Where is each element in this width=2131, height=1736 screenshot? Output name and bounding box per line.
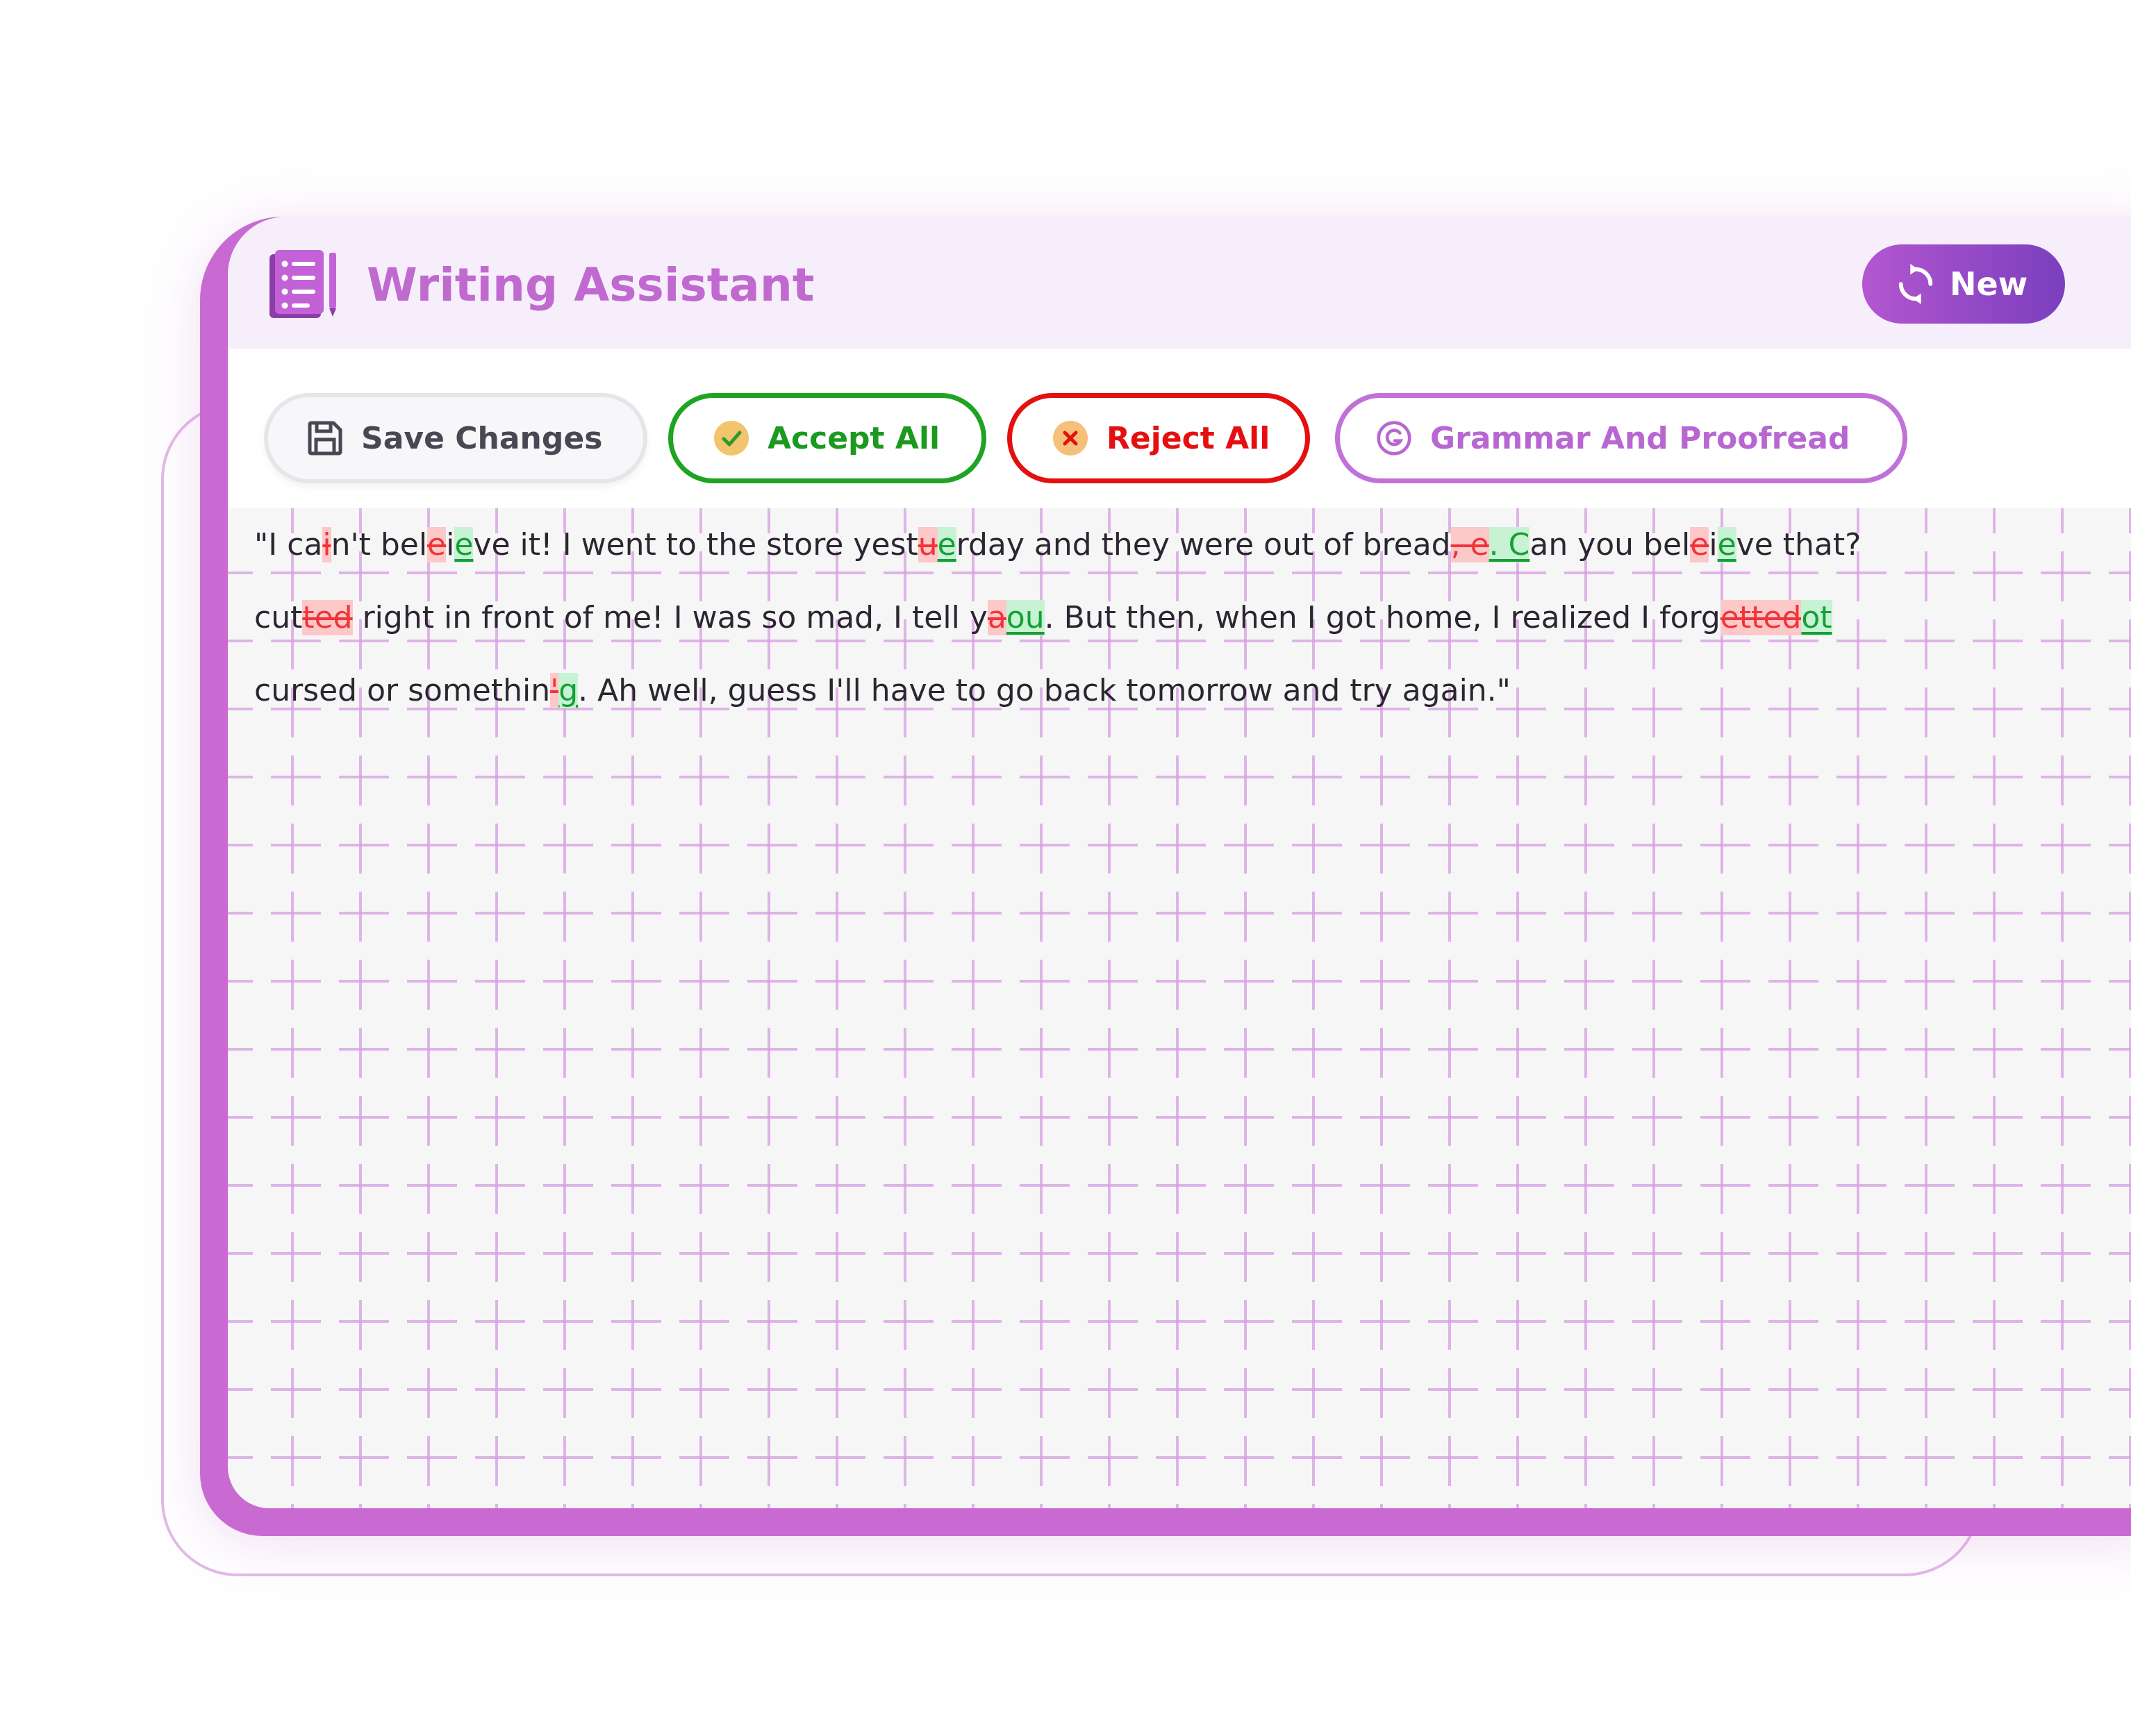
suggested-insertion[interactable]: ou (1006, 600, 1045, 635)
suggested-deletion[interactable]: ' (550, 673, 559, 708)
text-segment: n't bel (331, 527, 428, 562)
text-segment: right in front of me! I was so mad, I te… (352, 600, 988, 635)
text-segment: "I ca (254, 527, 323, 562)
text-segment: i (1709, 527, 1718, 562)
suggested-insertion[interactable]: e (454, 527, 474, 562)
editor-text[interactable]: "I cain't beleieve it! I went to the sto… (254, 508, 2131, 727)
text-segment: cut (254, 600, 303, 635)
document-editor[interactable]: "I cain't beleieve it! I went to the sto… (228, 508, 2131, 1508)
text-segment: . Ah well, guess I'll have to go back to… (578, 673, 1511, 708)
suggested-deletion[interactable]: i (322, 527, 331, 562)
reject-all-button[interactable]: Reject All (1007, 393, 1310, 483)
suggested-insertion[interactable]: e (1717, 527, 1736, 562)
text-segment: . But then, when I got home, I realized … (1044, 600, 1720, 635)
refresh-icon (1898, 264, 1933, 304)
x-circle-icon (1053, 421, 1088, 456)
suggested-insertion[interactable]: . C (1489, 527, 1530, 562)
grammar-and-proofread-label: Grammar And Proofread (1430, 420, 1850, 456)
text-segment: an you bel (1529, 527, 1691, 562)
notebook-icon (270, 250, 336, 318)
editor-line: "I cain't beleieve it! I went to the sto… (254, 508, 2131, 581)
save-changes-button[interactable]: Save Changes (264, 393, 647, 483)
grammar-g-icon (1377, 421, 1411, 456)
suggested-deletion[interactable]: e (1690, 527, 1709, 562)
suggested-deletion[interactable]: u (918, 527, 938, 562)
editor-line: cursed or somethin'g. Ah well, guess I'l… (254, 654, 2131, 727)
suggested-deletion[interactable]: e (427, 527, 447, 562)
suggested-deletion[interactable]: etted (1720, 600, 1802, 635)
text-segment: ve it! I went to the store yest (473, 527, 918, 562)
suggested-insertion[interactable]: e (937, 527, 956, 562)
text-segment: ve that? (1736, 527, 1861, 562)
new-button-label: New (1950, 265, 2028, 303)
accept-all-button[interactable]: Accept All (668, 393, 986, 483)
text-segment: cursed or somethin (254, 673, 551, 708)
suggested-deletion[interactable]: ted (302, 600, 353, 635)
suggested-insertion[interactable]: ot (1801, 600, 1832, 635)
text-segment: rday and they were out of bread (956, 527, 1451, 562)
reject-all-label: Reject All (1106, 420, 1270, 456)
suggested-insertion[interactable]: g (558, 673, 579, 708)
new-button[interactable]: New (1862, 244, 2065, 324)
header-bar: Writing Assistant New (228, 217, 2131, 349)
check-circle-icon (714, 421, 749, 456)
grammar-and-proofread-button[interactable]: Grammar And Proofread (1335, 393, 1907, 483)
save-changes-label: Save Changes (361, 420, 603, 456)
editor-line: cutted right in front of me! I was so ma… (254, 581, 2131, 654)
accept-all-label: Accept All (768, 420, 940, 456)
text-segment: i (446, 527, 455, 562)
suggested-deletion[interactable]: a (987, 600, 1006, 635)
app-title: Writing Assistant (367, 258, 815, 312)
floppy-disk-icon (308, 421, 342, 456)
suggested-deletion[interactable]: , e (1450, 527, 1489, 562)
